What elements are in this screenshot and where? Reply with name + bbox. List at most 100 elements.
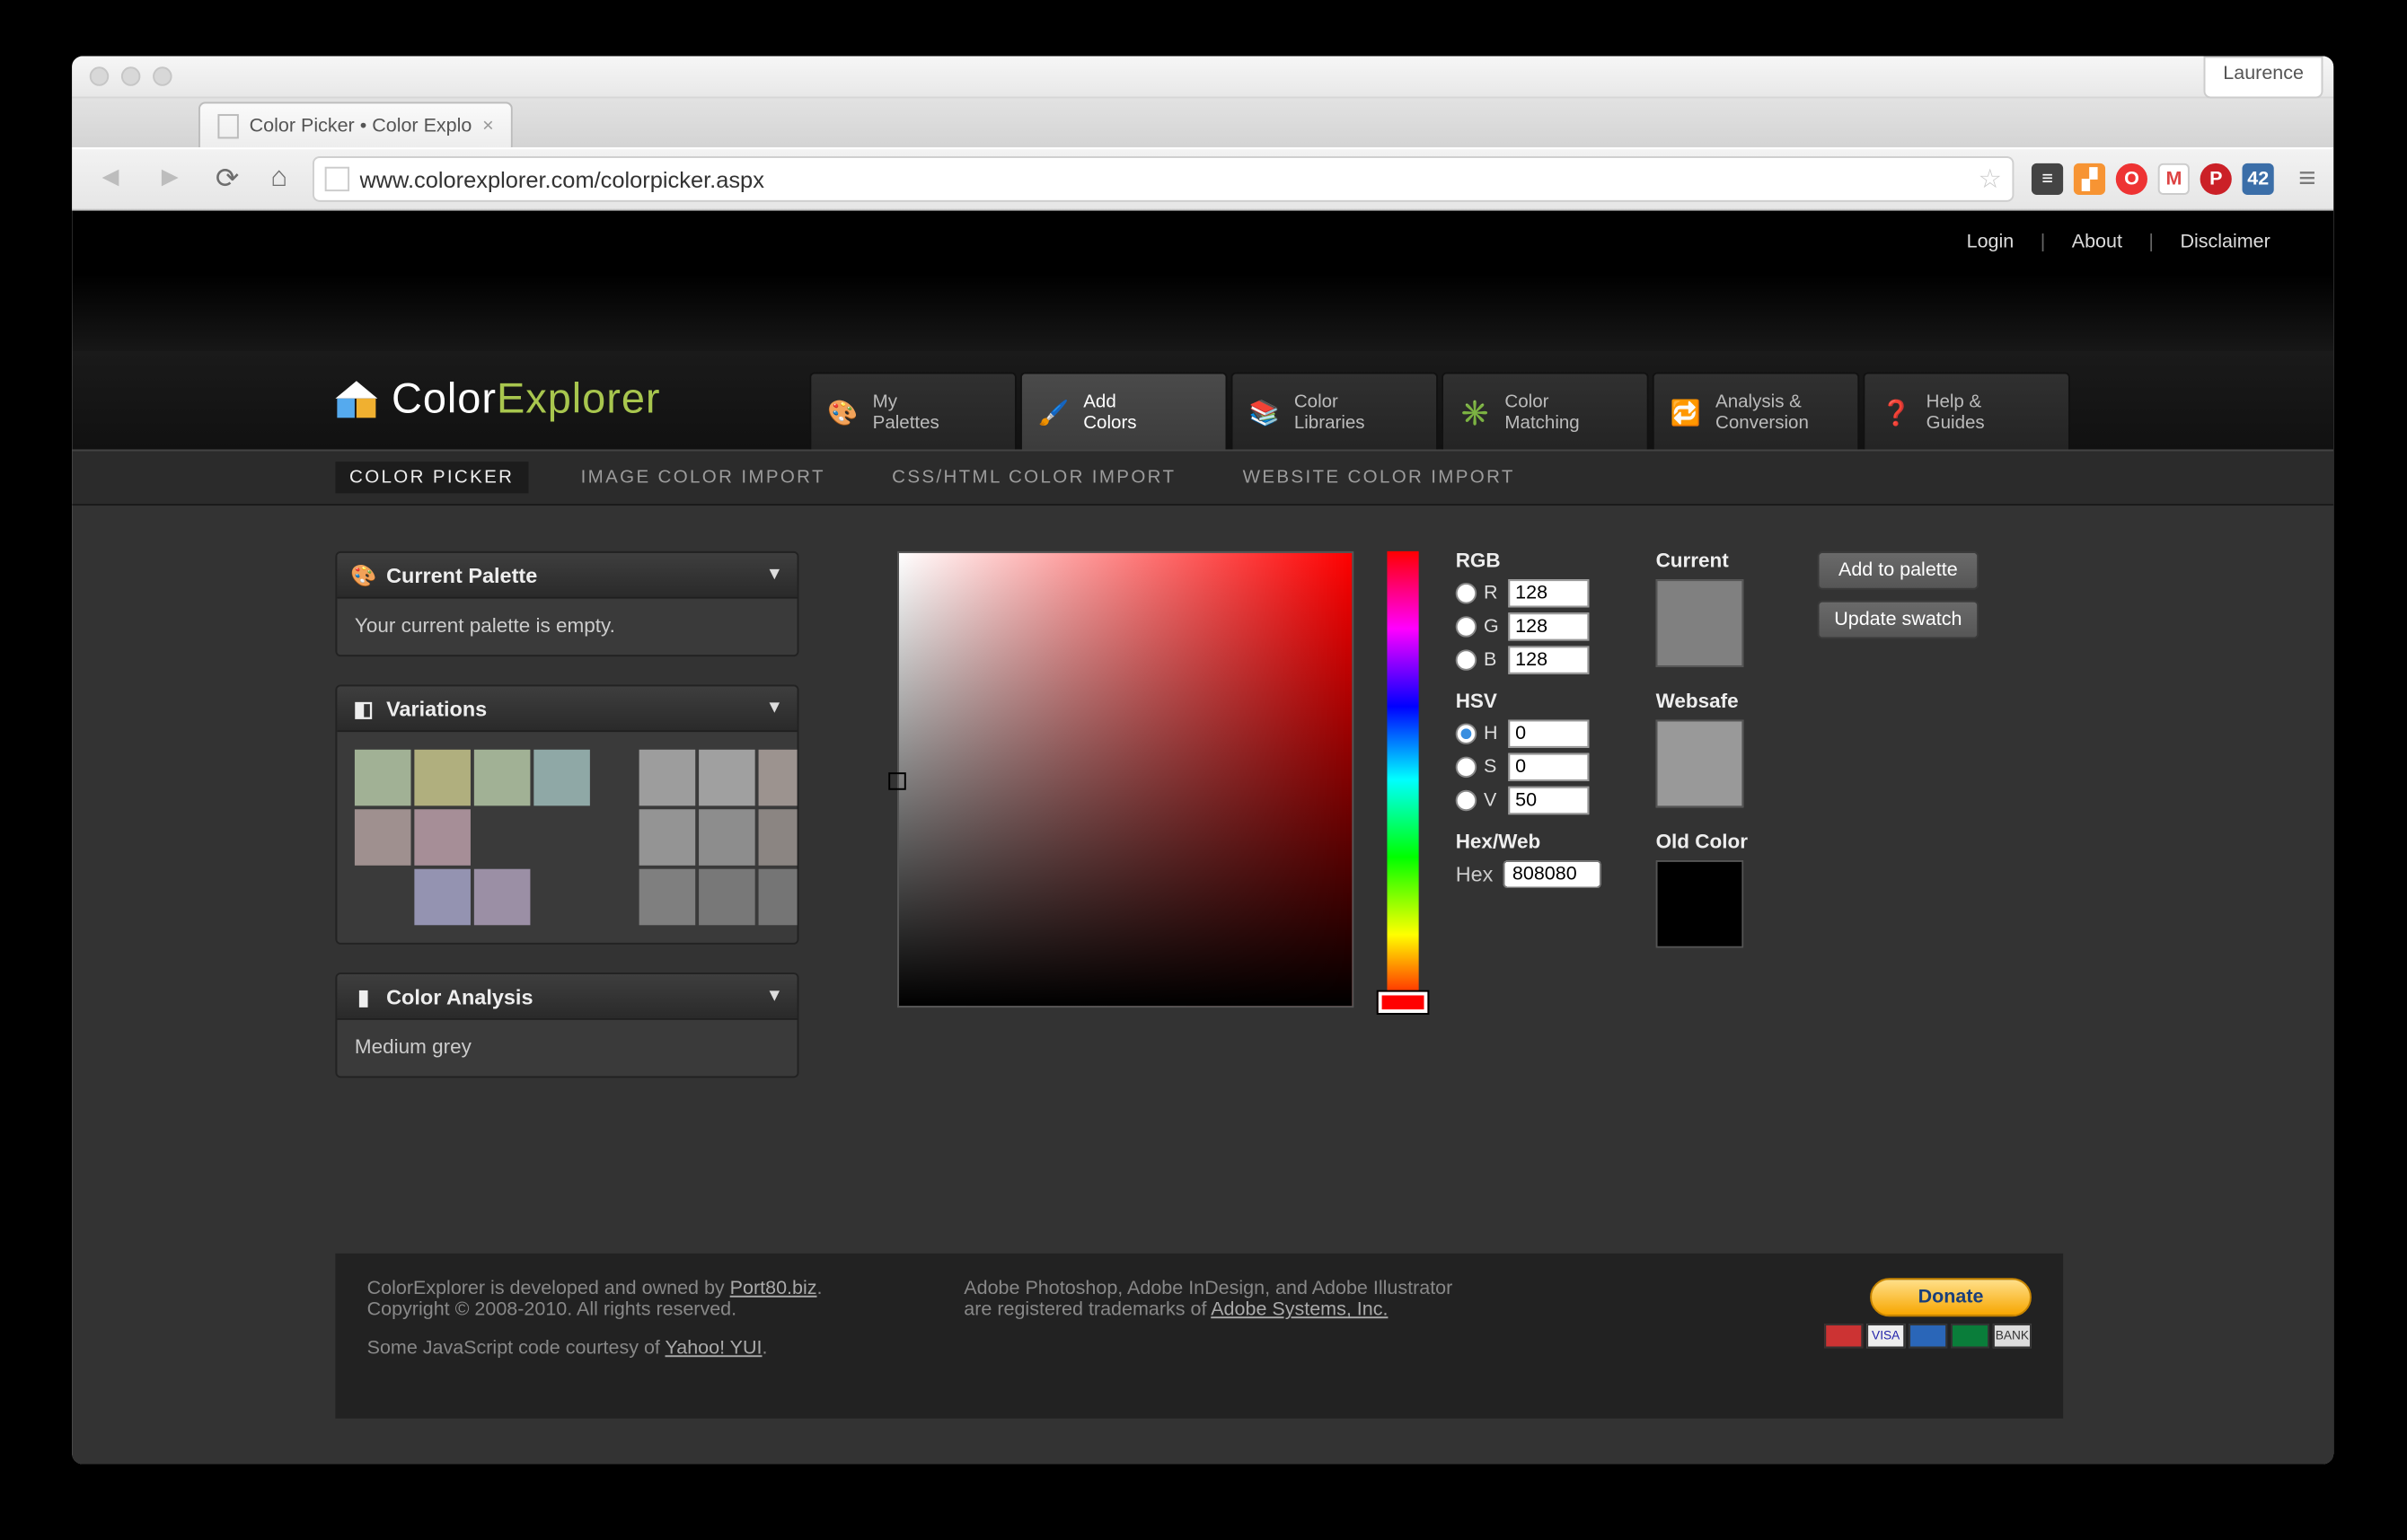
subnav-css-html-color-import[interactable]: CSS/HTML COLOR IMPORT [878,462,1190,493]
radio-h[interactable] [1456,723,1477,744]
variation-swatch[interactable] [474,869,531,926]
close-window-button[interactable] [90,66,110,86]
variation-swatch[interactable] [414,869,471,926]
variation-swatch[interactable] [533,750,590,806]
zoom-window-button[interactable] [153,66,172,86]
variation-swatch[interactable] [759,809,799,866]
radio-g[interactable] [1456,616,1477,637]
subnav-website-color-import[interactable]: WEBSITE COLOR IMPORT [1229,462,1529,493]
port80-link[interactable]: Port80.biz [730,1278,817,1298]
sv-cursor[interactable] [888,772,906,790]
subnav-image-color-import[interactable]: IMAGE COLOR IMPORT [567,462,840,493]
swatch-column: Current Websafe Old Color [1656,551,1779,972]
chrome-user-badge[interactable]: Laurence [2204,57,2323,99]
page-viewport: Login | About | Disclaimer ColorExplorer… [72,211,2333,1465]
variation-swatches-right [639,750,799,926]
radio-v[interactable] [1456,790,1477,811]
chrome-menu-icon[interactable]: ≡ [2298,162,2315,197]
nav-colors[interactable]: 🖌️AddColors [1020,372,1228,449]
variation-swatch[interactable] [759,750,799,806]
visa-icon: VISA [1866,1324,1905,1348]
page-header-bar: Login | About | Disclaimer [72,211,2333,351]
extension-pinterest-icon[interactable]: P [2200,163,2232,195]
header-utility-links: Login | About | Disclaimer [1956,232,2281,252]
input-s[interactable] [1508,753,1589,781]
variation-swatch[interactable] [474,750,531,806]
variation-swatch[interactable] [699,869,755,926]
yui-link[interactable]: Yahoo! YUI [666,1338,763,1359]
variation-swatch[interactable] [699,750,755,806]
input-v[interactable] [1508,787,1589,814]
radio-r[interactable] [1456,583,1477,603]
variation-swatch[interactable] [699,809,755,866]
extension-analytics-icon[interactable]: ▞ [2074,163,2105,195]
color-picker [897,551,1431,1008]
about-link[interactable]: About [2072,232,2122,252]
nav-conversion[interactable]: 🔁Analysis &Conversion [1653,372,1860,449]
update-swatch-button[interactable]: Update swatch [1817,601,1979,639]
nav-libraries[interactable]: 📚ColorLibraries [1230,372,1438,449]
variation-swatch[interactable] [759,869,799,926]
variation-swatch[interactable] [639,750,696,806]
extension-buffer-icon[interactable]: ≡ [2032,163,2063,195]
variation-swatch[interactable] [639,809,696,866]
input-hex[interactable] [1503,860,1601,888]
panel-header[interactable]: ◧ Variations ▼ [337,686,797,732]
disclaimer-link[interactable]: Disclaimer [2180,232,2270,252]
input-h[interactable] [1508,720,1589,748]
extension-42-icon[interactable]: 42 [2243,163,2274,195]
hsv-label: HSV [1456,691,1610,712]
forward-button[interactable]: ► [149,163,191,195]
input-r[interactable] [1508,579,1589,607]
input-g[interactable] [1508,612,1589,640]
nav-palettes[interactable]: 🎨MyPalettes [809,372,1017,449]
variation-swatch[interactable] [355,809,411,866]
donate-button[interactable]: Donate [1870,1278,2032,1316]
panel-header[interactable]: ▮ Color Analysis ▼ [337,974,797,1020]
saturation-value-field[interactable] [897,551,1353,1008]
panel-title: Color Analysis [386,984,533,1008]
chevron-down-icon: ▼ [766,566,783,585]
hex-label: Hex [1456,862,1494,886]
extension-gmail-icon[interactable]: M [2158,163,2190,195]
site-logo[interactable]: ColorExplorer [335,375,660,425]
jcb-icon [1951,1324,1989,1348]
add-to-palette-button[interactable]: Add to palette [1817,551,1979,590]
chevron-down-icon: ▼ [766,987,783,1007]
panel-title: Variations [386,696,487,720]
footer-left: ColorExplorer is developed and owned by … [367,1278,965,1394]
subnav-color-picker[interactable]: COLOR PICKER [335,462,528,493]
address-bar[interactable]: ☆ [313,156,2015,202]
mastercard-icon [1824,1324,1863,1348]
bookmark-star-icon[interactable]: ☆ [1979,163,2002,195]
extension-opera-icon[interactable]: O [2116,163,2147,195]
variation-swatch[interactable] [414,809,471,866]
url-input[interactable] [359,166,1968,192]
tab-strip: Color Picker • Color Explo × [72,98,2333,147]
variation-swatch[interactable] [355,750,411,806]
browser-tab[interactable]: Color Picker • Color Explo × [198,101,513,147]
input-b[interactable] [1508,646,1589,673]
hue-slider-handle[interactable] [1379,992,1428,1013]
hue-bar[interactable] [1387,551,1418,1008]
radio-s[interactable] [1456,757,1477,778]
nav-guides[interactable]: ❓Help &Guides [1863,372,2070,449]
minimize-window-button[interactable] [121,66,141,86]
variation-swatch[interactable] [639,869,696,926]
action-buttons: Add to palette Update swatch [1817,551,1986,649]
nav-matching[interactable]: ✳️ColorMatching [1442,372,1649,449]
variation-swatch[interactable] [414,750,471,806]
reload-button[interactable]: ⟳ [208,162,246,197]
panel-header[interactable]: 🎨 Current Palette ▼ [337,553,797,599]
page-icon [217,113,238,137]
copyright-text: Copyright © 2008-2010. All rights reserv… [367,1299,965,1320]
login-link[interactable]: Login [1967,232,2015,252]
nav-icon: 🖌️ [1036,394,1071,429]
home-button[interactable]: ⌂ [263,163,295,195]
radio-b[interactable] [1456,649,1477,670]
close-tab-icon[interactable]: × [482,115,494,136]
adobe-link[interactable]: Adobe Systems, Inc. [1211,1299,1388,1320]
back-button[interactable]: ◄ [90,163,132,195]
palette-icon: 🎨 [351,563,375,587]
panel-color-analysis: ▮ Color Analysis ▼ Medium grey [335,972,798,1078]
